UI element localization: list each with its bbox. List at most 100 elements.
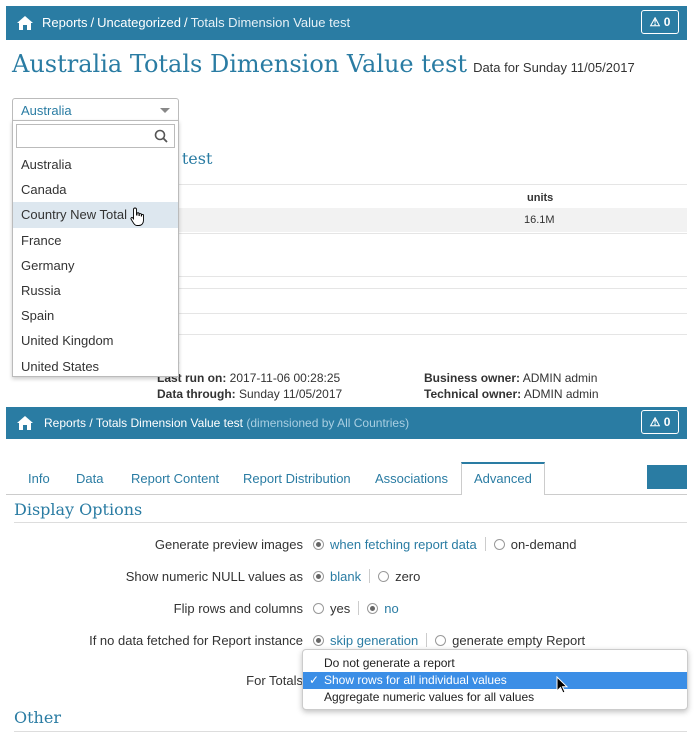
radio-generate-empty[interactable] bbox=[435, 635, 447, 646]
menu-item-do-not-generate[interactable]: Do not generate a report bbox=[303, 655, 687, 672]
arrow-cursor-icon bbox=[556, 676, 568, 694]
dropdown-option-country-new-total[interactable]: Country New Total bbox=[13, 202, 178, 228]
checkmark-icon: ✓ bbox=[309, 673, 320, 687]
alerts-button[interactable]: ⚠ 0 bbox=[641, 10, 679, 34]
hand-cursor-icon bbox=[130, 207, 144, 226]
report-header-bar: Reports / Uncategorized / Totals Dimension V… bbox=[6, 6, 687, 40]
option-skip-generation[interactable]: skip generation bbox=[330, 633, 418, 648]
dropdown-option-germany[interactable]: Germany bbox=[13, 253, 178, 278]
option-when-fetching[interactable]: when fetching report data bbox=[330, 537, 477, 552]
radio-no[interactable] bbox=[367, 603, 379, 614]
breadcrumb-current: Totals Dimension Value test bbox=[95, 416, 244, 430]
tab-report-distribution[interactable]: Report Distribution bbox=[243, 462, 351, 495]
dropdown-search-input[interactable] bbox=[21, 126, 151, 146]
breadcrumb-reports[interactable]: Reports bbox=[44, 416, 86, 430]
dropdown-option-canada[interactable]: Canada bbox=[13, 177, 178, 202]
option-yes[interactable]: yes bbox=[330, 601, 350, 616]
home-icon[interactable] bbox=[16, 14, 34, 32]
editor-breadcrumb: Reports / Totals Dimension Value test (d… bbox=[44, 416, 410, 430]
home-icon[interactable] bbox=[16, 414, 34, 432]
data-through-label: Data through: bbox=[157, 387, 236, 401]
menu-item-show-rows[interactable]: ✓ Show rows for all individual values bbox=[303, 672, 687, 689]
dropdown-option-united-kingdom[interactable]: United Kingdom bbox=[13, 328, 178, 353]
tab-advanced[interactable]: Advanced bbox=[461, 462, 545, 495]
business-owner-label: Business owner: bbox=[424, 371, 521, 385]
table-row: 16.1M bbox=[157, 208, 687, 232]
dropdown-option-france[interactable]: France bbox=[13, 228, 178, 253]
menu-item-aggregate[interactable]: Aggregate numeric values for all values bbox=[303, 689, 687, 706]
page-title-text: Australia Totals Dimension Value test bbox=[12, 50, 468, 78]
business-owner-value: ADMIN admin bbox=[522, 371, 598, 385]
radio-when-fetching[interactable] bbox=[313, 539, 324, 550]
flip-rows-options: yes no bbox=[313, 601, 399, 616]
data-through: Data through: Sunday 11/05/2017 bbox=[157, 387, 342, 401]
for-totals-label: For Totals bbox=[246, 673, 303, 688]
divider bbox=[157, 288, 687, 289]
last-run: Last run on: 2017-11-06 00:28:25 bbox=[157, 371, 340, 385]
divider bbox=[14, 522, 687, 523]
chevron-down-icon bbox=[160, 108, 170, 113]
breadcrumb-reports[interactable]: Reports bbox=[42, 15, 88, 30]
option-zero[interactable]: zero bbox=[395, 569, 420, 584]
dropdown-option-united-states[interactable]: United States bbox=[13, 354, 178, 379]
dropdown-option-australia[interactable]: Australia bbox=[13, 152, 178, 177]
breadcrumb-current: Totals Dimension Value test bbox=[190, 15, 351, 30]
breadcrumb-uncategorized[interactable]: Uncategorized bbox=[97, 15, 181, 30]
technical-owner-label: Technical owner: bbox=[424, 387, 522, 401]
other-heading: Other bbox=[14, 708, 61, 727]
option-blank[interactable]: blank bbox=[330, 569, 361, 584]
divider bbox=[157, 313, 687, 314]
divider bbox=[369, 569, 371, 583]
page-title: Australia Totals Dimension Value test Dat… bbox=[12, 50, 635, 78]
divider bbox=[157, 276, 687, 277]
tab-info[interactable]: Info bbox=[28, 462, 50, 495]
divider bbox=[426, 633, 428, 647]
technical-owner: Technical owner: ADMIN admin bbox=[424, 387, 599, 401]
warning-icon: ⚠ bbox=[649, 15, 661, 29]
option-no[interactable]: no bbox=[384, 601, 398, 616]
tab-report-content[interactable]: Report Content bbox=[131, 462, 219, 495]
null-values-options: blank zero bbox=[313, 569, 420, 584]
divider bbox=[157, 334, 687, 335]
radio-blank[interactable] bbox=[313, 571, 324, 582]
preview-images-options: when fetching report data on-demand bbox=[313, 537, 577, 552]
alerts-count: 0 bbox=[663, 15, 671, 29]
editor-header-bar: Reports / Totals Dimension Value test (d… bbox=[6, 407, 687, 439]
business-owner: Business owner: ADMIN admin bbox=[424, 371, 597, 385]
warning-icon: ⚠ bbox=[649, 415, 661, 429]
null-values-label: Show numeric NULL values as bbox=[125, 569, 303, 584]
units-cell: 16.1M bbox=[524, 214, 555, 226]
page-subtitle: Data for Sunday 11/05/2017 bbox=[473, 60, 635, 75]
country-dropdown: Australia Canada Country New Total Franc… bbox=[12, 120, 179, 377]
dropdown-search bbox=[16, 124, 175, 148]
display-options-heading: Display Options bbox=[14, 500, 143, 519]
tab-associations[interactable]: Associations bbox=[375, 462, 448, 495]
radio-skip-generation[interactable] bbox=[313, 635, 324, 646]
preview-images-label: Generate preview images bbox=[154, 537, 303, 552]
dimension-note: (dimensioned by All Countries) bbox=[246, 416, 410, 430]
flip-rows-label: Flip rows and columns bbox=[173, 601, 303, 616]
for-totals-menu: Do not generate a report ✓ Show rows for … bbox=[302, 649, 688, 710]
country-select-value: Australia bbox=[21, 103, 72, 118]
tab-data[interactable]: Data bbox=[76, 462, 103, 495]
search-icon bbox=[154, 129, 168, 143]
save-button[interactable] bbox=[647, 465, 687, 489]
report-table: units 16.1M bbox=[157, 184, 687, 232]
divider bbox=[14, 731, 687, 732]
table-header: units bbox=[157, 184, 687, 208]
radio-on-demand[interactable] bbox=[493, 539, 505, 550]
no-data-options: skip generation generate empty Report bbox=[313, 633, 585, 648]
dropdown-option-russia[interactable]: Russia bbox=[13, 278, 178, 303]
option-on-demand[interactable]: on-demand bbox=[511, 537, 577, 552]
column-header-units: units bbox=[527, 192, 554, 204]
alerts-button[interactable]: ⚠ 0 bbox=[641, 410, 679, 434]
divider bbox=[358, 601, 360, 615]
dropdown-option-spain[interactable]: Spain bbox=[13, 303, 178, 328]
last-run-value: 2017-11-06 00:28:25 bbox=[229, 371, 341, 385]
menu-item-show-rows-label: Show rows for all individual values bbox=[324, 673, 507, 687]
radio-yes[interactable] bbox=[313, 603, 324, 614]
divider bbox=[484, 537, 486, 551]
option-generate-empty[interactable]: generate empty Report bbox=[452, 633, 585, 648]
country-select[interactable]: Australia bbox=[12, 98, 179, 122]
radio-zero[interactable] bbox=[378, 571, 390, 582]
